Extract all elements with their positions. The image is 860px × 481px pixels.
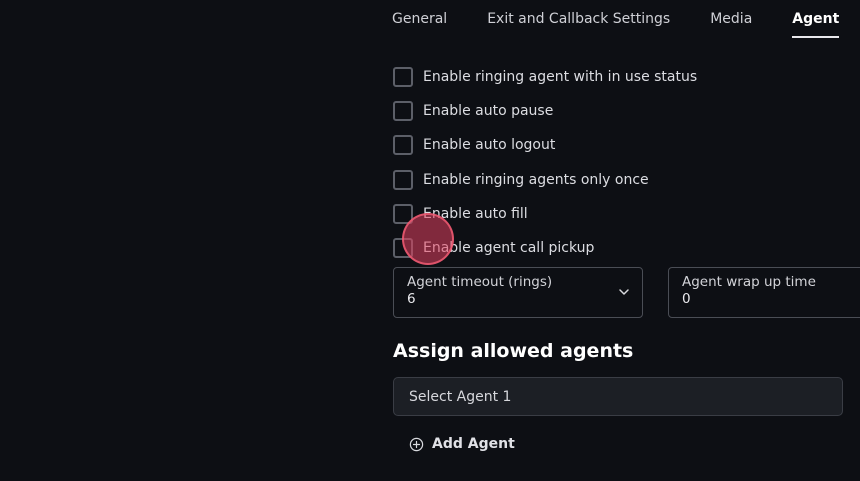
checkbox[interactable] xyxy=(393,203,413,224)
option-auto-logout[interactable]: Enable auto logout xyxy=(393,128,697,162)
option-auto-pause[interactable]: Enable auto pause xyxy=(393,94,697,128)
agent-options-list: Enable ringing agent with in use status … xyxy=(393,60,697,265)
agent-timeout-value: 6 xyxy=(407,291,416,307)
option-auto-fill[interactable]: Enable auto fill xyxy=(393,197,697,231)
checkbox[interactable] xyxy=(393,135,413,156)
add-agent-label: Add Agent xyxy=(432,436,515,452)
option-label: Enable auto fill xyxy=(423,205,528,222)
chevron-down-icon xyxy=(619,289,629,295)
tab-general[interactable]: General xyxy=(392,0,447,38)
add-agent-button[interactable]: Add Agent xyxy=(409,436,515,452)
agent-settings-page: General Exit and Callback Settings Media… xyxy=(0,0,860,481)
tab-media[interactable]: Media xyxy=(710,0,752,38)
select-agent-label: Select Agent 1 xyxy=(409,388,512,405)
option-label: Enable auto pause xyxy=(423,103,554,120)
option-label: Enable auto logout xyxy=(423,137,556,154)
agent-wrap-up-label: Agent wrap up time xyxy=(682,274,816,290)
agent-timeout-label: Agent timeout (rings) xyxy=(407,274,553,290)
option-call-pickup[interactable]: Enable agent call pickup xyxy=(393,231,697,265)
option-ringing-in-use[interactable]: Enable ringing agent with in use status xyxy=(393,60,697,94)
select-agent-1[interactable]: Select Agent 1 xyxy=(393,377,843,416)
option-ringing-once[interactable]: Enable ringing agents only once xyxy=(393,163,697,197)
tab-agent[interactable]: Agent xyxy=(792,0,840,38)
option-label: Enable agent call pickup xyxy=(423,240,595,257)
checkbox[interactable] xyxy=(393,101,413,122)
option-label: Enable ringing agent with in use status xyxy=(423,69,698,86)
settings-tabs: General Exit and Callback Settings Media… xyxy=(392,0,840,38)
agent-timeout-select[interactable]: Agent timeout (rings) 6 xyxy=(393,267,643,318)
checkbox[interactable] xyxy=(393,169,413,190)
checkbox[interactable] xyxy=(393,67,413,88)
option-label: Enable ringing agents only once xyxy=(423,171,649,188)
agent-wrap-up-field[interactable]: Agent wrap up time 0 xyxy=(668,267,860,318)
plus-circle-icon xyxy=(409,437,424,451)
checkbox[interactable] xyxy=(393,238,413,259)
tab-exit-callback-settings[interactable]: Exit and Callback Settings xyxy=(487,0,670,38)
assign-agents-heading: Assign allowed agents xyxy=(393,340,634,362)
agent-wrap-up-value: 0 xyxy=(682,291,691,307)
